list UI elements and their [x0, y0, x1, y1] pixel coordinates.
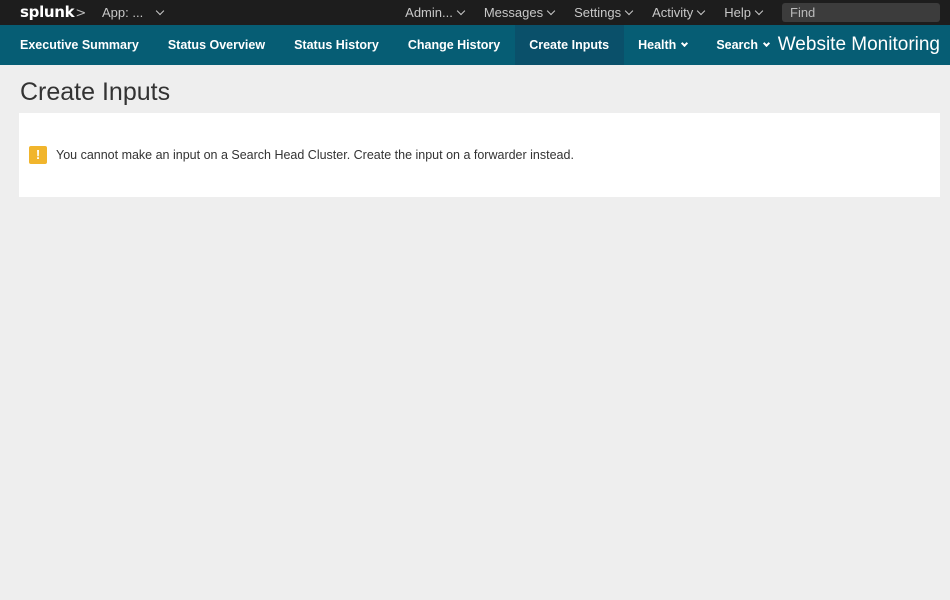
find-input[interactable]: Find: [782, 3, 940, 22]
tab-change-history[interactable]: Change History: [393, 25, 514, 65]
logo-text: splunk: [20, 3, 75, 21]
tab-label: Status Overview: [167, 38, 266, 52]
tab-label: Create Inputs: [529, 38, 610, 52]
tab-status-overview[interactable]: Status Overview: [153, 25, 279, 65]
tab-health[interactable]: Health: [624, 25, 702, 65]
settings-menu[interactable]: Settings: [574, 0, 634, 25]
app-title: Website Monitoring: [777, 34, 940, 55]
tab-executive-summary[interactable]: Executive Summary: [0, 25, 153, 65]
tab-label: Executive Summary: [20, 38, 139, 52]
tab-label: Search: [716, 38, 759, 52]
warning-icon: !: [29, 146, 47, 164]
messages-menu-label: Messages: [483, 5, 544, 20]
activity-menu[interactable]: Activity: [652, 0, 706, 25]
tab-label: Health: [638, 38, 677, 52]
admin-menu-label: Admin...: [405, 5, 453, 20]
find-placeholder: Find: [790, 5, 816, 20]
chevron-down-icon: [624, 6, 634, 16]
tab-label: Status History: [294, 38, 379, 52]
activity-menu-label: Activity: [652, 5, 694, 20]
app-menu[interactable]: App: ...: [102, 0, 165, 25]
tab-status-history[interactable]: Status History: [280, 25, 394, 65]
app-menu-label: App: ...: [102, 5, 144, 20]
chevron-down-icon: [546, 6, 556, 16]
messages-menu[interactable]: Messages: [483, 0, 556, 25]
help-menu[interactable]: Help: [724, 0, 764, 25]
tab-label: Change History: [407, 38, 501, 52]
logo-chevron: >: [75, 6, 86, 21]
splunk-logo[interactable]: splunk>: [20, 3, 86, 23]
chevron-down-icon: [456, 6, 466, 16]
chevron-down-icon: [681, 39, 689, 48]
chevron-down-icon: [155, 6, 165, 16]
tab-search[interactable]: Search: [702, 25, 784, 65]
page-title: Create Inputs: [20, 78, 171, 106]
app-nav-bar: Executive Summary Status Overview Status…: [0, 25, 950, 65]
warning-message: You cannot make an input on a Search Hea…: [56, 148, 574, 162]
admin-menu[interactable]: Admin...: [405, 0, 466, 25]
system-bar: splunk> App: ... Admin... Messages Setti…: [0, 0, 950, 25]
chevron-down-icon: [754, 6, 764, 16]
settings-menu-label: Settings: [574, 5, 622, 20]
message-panel: ! You cannot make an input on a Search H…: [19, 113, 940, 197]
chevron-down-icon: [697, 6, 706, 16]
chevron-down-icon: [762, 39, 771, 48]
system-nav: Admin... Messages Settings Activity Help…: [405, 0, 950, 25]
tab-create-inputs[interactable]: Create Inputs: [514, 25, 624, 65]
help-menu-label: Help: [724, 5, 751, 20]
